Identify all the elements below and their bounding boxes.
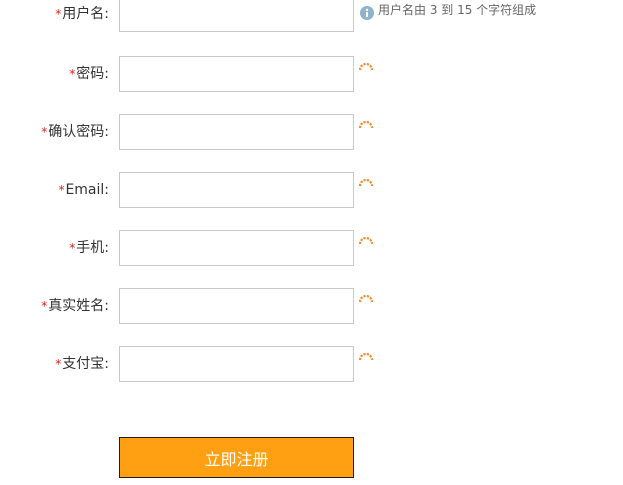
loading-spinner-icon: [359, 63, 373, 71]
confirm-password-label-text: 确认密码:: [48, 124, 109, 140]
real-name-label: *真实姓名:: [41, 288, 109, 324]
username-label-text: 用户名:: [62, 6, 109, 22]
required-mark: *: [69, 67, 76, 81]
confirm-password-field[interactable]: [119, 114, 354, 150]
alipay-label-text: 支付宝:: [62, 356, 109, 372]
email-field[interactable]: [119, 172, 354, 208]
password-field[interactable]: [119, 56, 354, 92]
real-name-label-text: 真实姓名:: [48, 298, 109, 314]
loading-spinner-icon: [359, 179, 373, 187]
loading-spinner-icon: [359, 237, 373, 245]
register-now-button[interactable]: 立即注册: [119, 437, 354, 478]
loading-spinner-icon: [359, 121, 373, 129]
phone-label: *手机:: [69, 230, 109, 266]
phone-field[interactable]: [119, 230, 354, 266]
password-label: *密码:: [69, 56, 109, 92]
form-row-password: *密码:: [0, 56, 623, 92]
required-mark: *: [55, 7, 62, 21]
alipay-label: *支付宝:: [55, 346, 109, 382]
email-label: *Email:: [58, 172, 109, 208]
info-icon: [360, 6, 374, 20]
form-row-real-name: *真实姓名:: [0, 288, 623, 324]
real-name-field[interactable]: [119, 288, 354, 324]
password-label-text: 密码:: [76, 66, 109, 82]
username-label: *用户名:: [55, 0, 109, 32]
required-mark: *: [41, 125, 48, 139]
loading-spinner-icon: [359, 353, 373, 361]
loading-spinner-icon: [359, 295, 373, 303]
username-field[interactable]: [119, 0, 354, 32]
confirm-password-label: *确认密码:: [41, 114, 109, 150]
required-mark: *: [69, 241, 76, 255]
username-hint: 用户名由 3 到 15 个字符组成: [378, 3, 537, 17]
required-mark: *: [55, 357, 62, 371]
required-mark: *: [58, 183, 65, 197]
required-mark: *: [41, 299, 48, 313]
alipay-field[interactable]: [119, 346, 354, 382]
phone-label-text: 手机:: [76, 240, 109, 256]
email-label-text: Email:: [65, 182, 109, 198]
form-row-confirm-password: *确认密码:: [0, 114, 623, 150]
form-row-username: *用户名: 用户名由 3 到 15 个字符组成: [0, 0, 623, 32]
form-row-alipay: *支付宝:: [0, 346, 623, 382]
form-row-email: *Email:: [0, 172, 623, 208]
form-row-phone: *手机:: [0, 230, 623, 266]
